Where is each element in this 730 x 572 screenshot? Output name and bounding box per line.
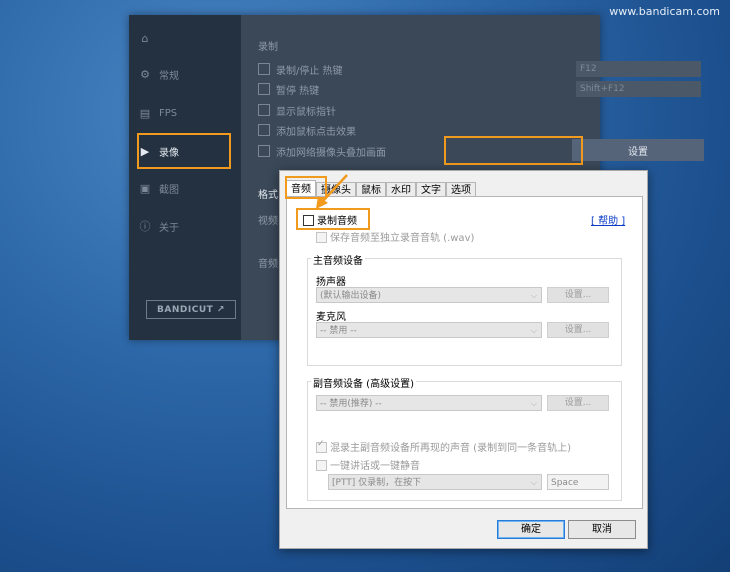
sidebar: ⌂ ⚙ 常规 ▤ FPS ▶ 录像 ▣ 截图 ⓘ 关于 BANDICUT ↗	[129, 15, 241, 340]
section-label: 录制	[258, 42, 278, 53]
mic-label: 麦克风	[316, 312, 346, 323]
sidebar-item-home[interactable]: ⌂	[139, 27, 159, 49]
save-separate-label: 保存音频至独立录音音轨 (.wav)	[330, 233, 475, 244]
checkbox[interactable]	[316, 459, 327, 471]
image-icon: ▣	[139, 181, 151, 195]
ok-button[interactable]: 确定	[497, 520, 565, 539]
arrow-indicator	[316, 174, 348, 209]
sidebar-item-fps[interactable]: ▤ FPS	[139, 102, 177, 124]
mix-audio-checkbox[interactable]: 混录主副音频设备所再现的声音 (录制到同一条音轨上)	[316, 439, 571, 454]
checkbox[interactable]	[258, 83, 270, 95]
fps-icon: ▤	[139, 106, 151, 120]
ptt-checkbox[interactable]: 一键讲话或一键静音	[316, 457, 420, 472]
chevron-down-icon: ⌵	[530, 291, 537, 300]
info-icon: ⓘ	[139, 220, 151, 233]
sidebar-item-screenshot[interactable]: ▣ 截图	[139, 177, 179, 199]
secondary-audio-title: 副音频设备 (高级设置)	[311, 375, 416, 390]
mix-audio-label: 混录主副音频设备所再现的声音 (录制到同一条音轨上)	[330, 443, 571, 454]
mic-settings-button[interactable]: 设置...	[547, 322, 609, 338]
ptt-mode-select[interactable]: [PTT] 仅录制，在按下 ⌵	[328, 474, 542, 490]
secondary-settings-button[interactable]: 设置...	[547, 395, 609, 411]
speaker-settings-button[interactable]: 设置...	[547, 287, 609, 303]
pause-hotkey-field[interactable]: Shift+F12	[576, 81, 701, 97]
ptt-key-field[interactable]: Space	[547, 474, 609, 490]
checkbox[interactable]	[316, 231, 327, 243]
chevron-down-icon: ⌵	[530, 326, 537, 335]
watermark: www.bandicam.com	[609, 5, 720, 18]
speaker-label: 扬声器	[316, 277, 346, 288]
hotkey-row[interactable]: 录制/停止 热键	[258, 62, 343, 77]
checkbox[interactable]	[316, 439, 327, 453]
click-effect-row[interactable]: 添加鼠标点击效果	[258, 123, 356, 138]
mic-select[interactable]: -- 禁用 -- ⌵	[316, 322, 542, 338]
save-separate-checkbox[interactable]: 保存音频至独立录音音轨 (.wav)	[316, 229, 474, 244]
cursor-row[interactable]: 显示鼠标指针	[258, 103, 336, 118]
settings-button[interactable]: 设置	[572, 139, 704, 161]
chevron-down-icon: ⌵	[530, 478, 537, 487]
sidebar-item-label: FPS	[159, 107, 178, 119]
checkbox[interactable]	[258, 145, 270, 157]
webcam-overlay-row[interactable]: 添加网络摄像头叠加画面	[258, 144, 386, 159]
sidebar-item-label: 常规	[159, 70, 179, 82]
hotkey-field[interactable]: F12	[576, 61, 701, 77]
video-label: 视频	[258, 216, 278, 227]
home-icon: ⌂	[141, 31, 149, 45]
primary-audio-group	[307, 258, 622, 366]
speaker-select[interactable]: (默认输出设备) ⌵	[316, 287, 542, 303]
ptt-label: 一键讲话或一键静音	[330, 461, 420, 472]
checkbox[interactable]	[258, 63, 270, 75]
secondary-device-select[interactable]: -- 禁用(推荐) -- ⌵	[316, 395, 542, 411]
cancel-button[interactable]: 取消	[568, 520, 636, 539]
sidebar-item-general[interactable]: ⚙ 常规	[139, 63, 179, 85]
gear-icon: ⚙	[140, 67, 150, 81]
help-link[interactable]: [ 帮助 ]	[591, 212, 625, 227]
highlight-video-tab	[137, 133, 231, 169]
audio-label: 音频	[258, 259, 278, 270]
highlight-settings-button	[444, 136, 583, 165]
chevron-down-icon: ⌵	[530, 399, 537, 408]
sidebar-item-label: 关于	[159, 222, 179, 234]
bandicut-button[interactable]: BANDICUT ↗	[146, 300, 236, 319]
checkbox[interactable]	[258, 124, 270, 136]
sidebar-item-label: 截图	[159, 184, 179, 196]
checkbox[interactable]	[258, 104, 270, 116]
sidebar-item-about[interactable]: ⓘ 关于	[139, 215, 180, 237]
format-label: 格式	[258, 190, 278, 201]
pause-hotkey-row[interactable]: 暂停 热键	[258, 82, 319, 97]
audio-panel: 录制音频 [ 帮助 ] 保存音频至独立录音音轨 (.wav) 主音频设备 扬声器…	[286, 196, 643, 509]
primary-audio-title: 主音频设备	[311, 252, 365, 267]
